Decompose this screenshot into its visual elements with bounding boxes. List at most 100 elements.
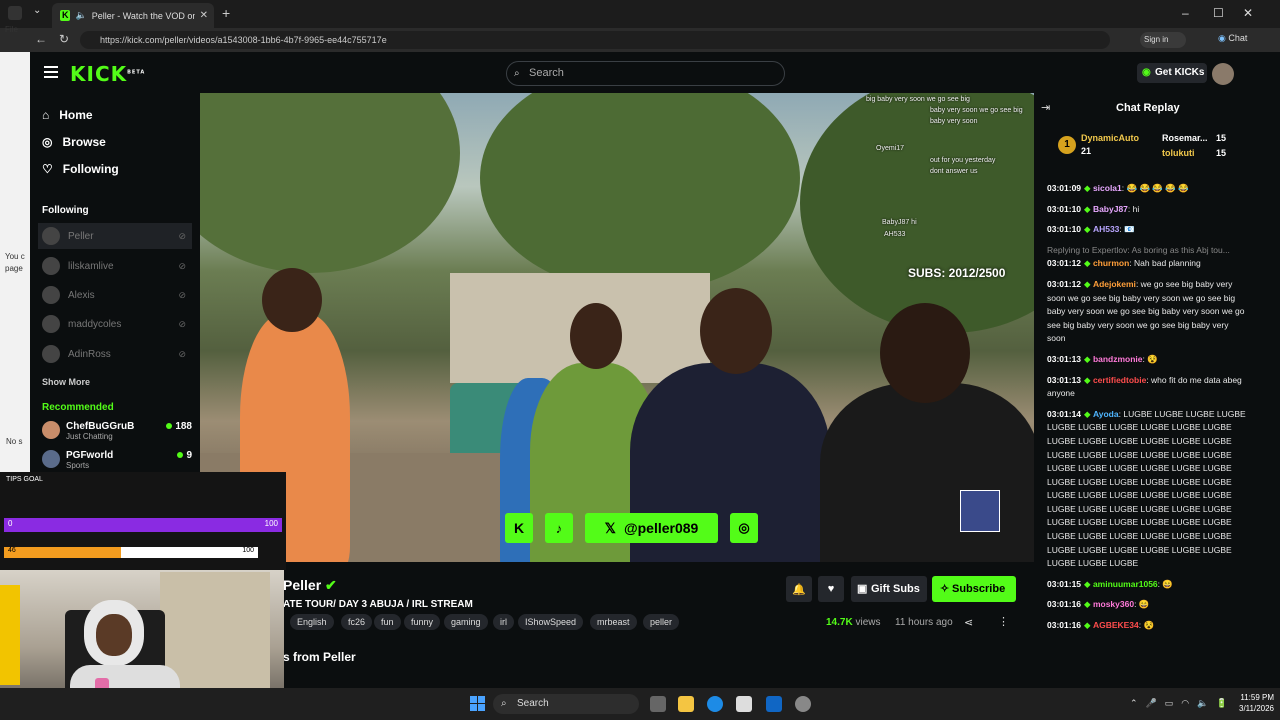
video-player[interactable] <box>200 93 1034 562</box>
tag[interactable]: mrbeast <box>590 614 637 630</box>
share-icon[interactable]: ⋖ <box>964 616 973 629</box>
show-more-link[interactable]: Show More <box>42 377 90 387</box>
chat-username[interactable]: sicola1 <box>1093 183 1122 193</box>
new-tab-icon[interactable]: + <box>222 5 230 21</box>
back-icon[interactable]: ← <box>35 32 47 46</box>
kick-social-button[interactable]: K <box>505 513 533 543</box>
chat-message: 03:01:12 ◆ churmon: Nah bad planning <box>1047 257 1247 271</box>
close-window-icon[interactable]: ✕ <box>1243 6 1253 20</box>
more-options-icon[interactable]: ⋮ <box>998 615 1009 628</box>
taskbar-search[interactable]: ⌕ Search <box>493 694 639 714</box>
chat-username[interactable]: bandzmonie <box>1093 354 1143 364</box>
rec-category: Just Chatting <box>66 432 113 441</box>
head-shape <box>262 268 322 332</box>
refresh-icon[interactable]: ↻ <box>59 32 69 46</box>
chat-username[interactable]: Ayoda <box>1093 409 1119 419</box>
face-shape <box>96 614 132 656</box>
nav-browse[interactable]: ◎ Browse <box>42 135 106 149</box>
chat-username[interactable]: Adejokemi <box>1093 279 1136 289</box>
chat-username[interactable]: AH533 <box>1093 224 1119 234</box>
search-input[interactable]: ⌕ Search <box>506 61 785 86</box>
chat-label: Chat <box>1228 33 1248 43</box>
collapse-chat-icon[interactable]: ⇥ <box>1041 101 1050 114</box>
nav-following[interactable]: ♡ Following <box>42 162 119 176</box>
sub-badge-icon: ◆ <box>1084 203 1093 214</box>
task-view-icon[interactable] <box>650 696 666 712</box>
start-icon[interactable] <box>470 696 485 711</box>
following-item[interactable]: AdinRoss ⊘ <box>38 341 192 367</box>
nav-home[interactable]: ⌂ Home <box>42 108 93 122</box>
x-social-button[interactable]: 𝕏 @peller089 <box>585 513 718 543</box>
compass-icon: ◎ <box>42 135 53 149</box>
overlay-chat-line: baby very soon we go see big <box>930 107 1023 114</box>
tiktok-icon[interactable]: ♪ <box>545 513 573 543</box>
recommended-item[interactable]: PGFworld Sports 9 <box>42 450 192 472</box>
gift-subs-button[interactable]: ▣ Gift Subs <box>851 576 927 602</box>
tag[interactable]: English <box>290 614 334 630</box>
get-kicks-button[interactable]: ◉ Get KICKs <box>1137 63 1207 83</box>
tag[interactable]: IShowSpeed <box>518 614 584 630</box>
chat-username[interactable]: certifiedtobie <box>1093 375 1146 385</box>
workspace-icon[interactable] <box>8 6 22 20</box>
file-explorer-icon[interactable] <box>678 696 694 712</box>
chat-text: 😂 😂 😂 😂 😂 <box>1126 183 1189 193</box>
instagram-icon[interactable]: ◎ <box>730 513 758 543</box>
tag[interactable]: peller <box>643 614 680 630</box>
following-item[interactable]: Alexis ⊘ <box>38 282 192 308</box>
search-placeholder: Search <box>529 67 564 79</box>
chat-text: LUGBE LUGBE LUGBE LUGBE LUGBE LUGBE LUGB… <box>1047 408 1246 569</box>
follow-heart-icon[interactable]: ♥ <box>818 576 844 602</box>
tab-list-chevron-icon[interactable]: ⌄ <box>33 5 41 16</box>
browser-tab[interactable]: K 🔈 Peller - Watch the VOD on Ki ✕ <box>52 3 214 28</box>
chat-username[interactable]: AGBEKE34 <box>1093 620 1139 630</box>
bg-file-menu: File <box>5 25 18 34</box>
chat-message: 03:01:15 ◆ aminuumar1056: 😄 <box>1047 578 1247 592</box>
view-count: 14.7K views <box>826 617 880 628</box>
notification-bell-icon[interactable]: 🔔 <box>786 576 812 602</box>
reply-text: Replying to Expertlov: As boring as this… <box>1047 244 1230 255</box>
settings-icon[interactable] <box>795 696 811 712</box>
chat-username[interactable]: BabyJ87 <box>1093 204 1128 214</box>
chat-username[interactable]: mosky360 <box>1093 599 1134 609</box>
chat-title: Chat Replay <box>1116 102 1180 114</box>
overlay-chat-line: BabyJ87 hi <box>882 219 917 226</box>
sub-goal-bar: 46 100 <box>4 547 258 558</box>
subscribe-button[interactable]: ✧ Subscribe <box>932 576 1016 602</box>
tag[interactable]: irl <box>493 614 514 630</box>
hamburger-menu-icon[interactable] <box>44 66 58 78</box>
recommended-item[interactable]: ChefBuGGruB Just Chatting 188 <box>42 421 192 441</box>
copilot-chat-button[interactable]: ◉ Chat <box>1218 33 1247 44</box>
following-item[interactable]: Peller ⊘ <box>38 223 192 249</box>
user-avatar[interactable] <box>1212 63 1234 85</box>
offline-icon: ⊘ <box>178 289 186 300</box>
chat-username[interactable]: churmon <box>1093 258 1129 268</box>
speaker-icon[interactable]: 🔈 <box>75 10 86 21</box>
clock-time: 11:59 PM <box>1240 693 1274 702</box>
tag[interactable]: gaming <box>444 614 488 630</box>
tab-title: Peller - Watch the VOD on Ki <box>91 10 195 21</box>
live-dot-icon <box>177 452 184 458</box>
tag[interactable]: funny <box>404 614 441 630</box>
following-item[interactable]: lilskamlive ⊘ <box>38 253 192 279</box>
tag[interactable]: fc26 <box>341 614 373 630</box>
chat-username[interactable]: aminuumar1056 <box>1093 579 1158 589</box>
outlook-icon[interactable] <box>766 696 782 712</box>
url-field[interactable]: https://kick.com/peller/videos/a1543008-… <box>80 31 1110 49</box>
bar-end: 100 <box>264 519 278 528</box>
chat-text: 😵 <box>1143 620 1155 631</box>
store-icon[interactable] <box>736 696 752 712</box>
head-shape <box>570 303 622 369</box>
person-shape <box>820 383 1034 562</box>
taskbar-clock[interactable]: 11:59 PM 3/11/2026 <box>1218 692 1274 714</box>
following-item[interactable]: maddycoles ⊘ <box>38 311 192 337</box>
maximize-icon[interactable]: ☐ <box>1213 6 1224 20</box>
edge-icon[interactable] <box>707 696 723 712</box>
bar-start: 46 <box>8 547 16 554</box>
head-shape <box>700 288 772 374</box>
streamer-name[interactable]: Peller ✔ <box>283 577 337 594</box>
tag[interactable]: fun <box>374 614 401 630</box>
close-tab-icon[interactable]: ✕ <box>200 10 208 21</box>
minimize-icon[interactable]: – <box>1182 6 1189 20</box>
kick-logo[interactable]: KICKBETA <box>70 62 145 86</box>
sign-in-button[interactable]: Sign in <box>1140 32 1186 48</box>
